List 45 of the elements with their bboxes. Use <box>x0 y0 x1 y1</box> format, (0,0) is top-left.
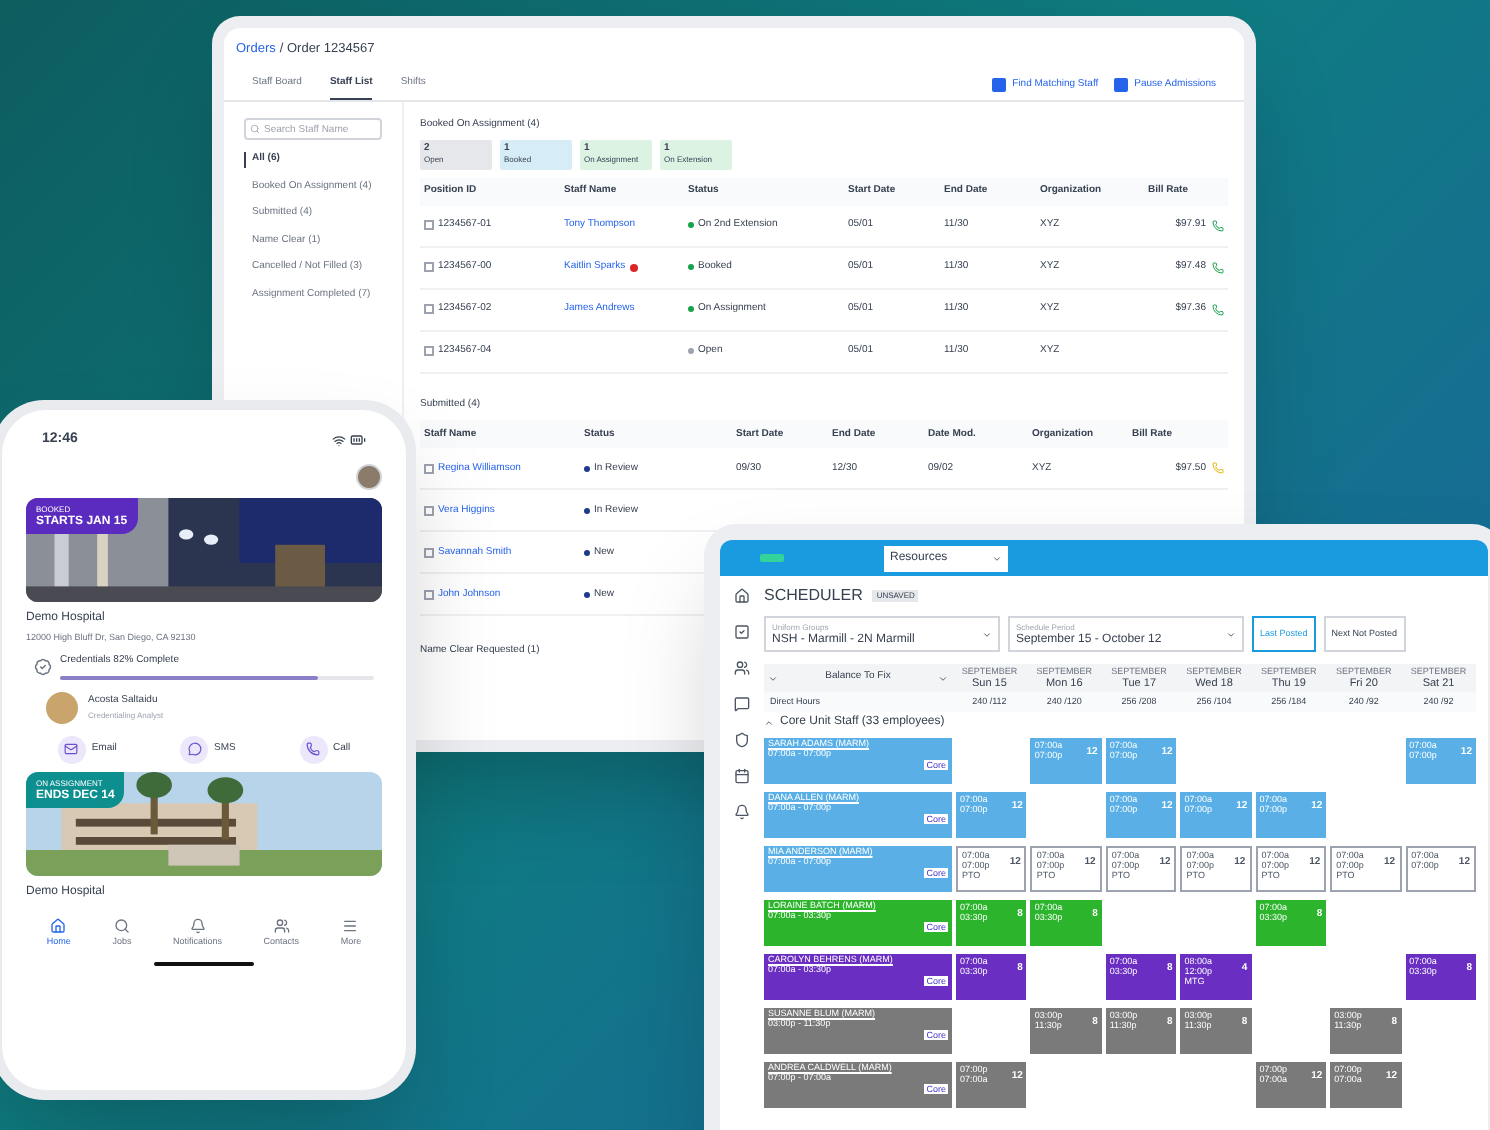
tab-icon <box>342 917 359 934</box>
checkbox[interactable] <box>424 505 434 516</box>
phone-icon[interactable] <box>1212 303 1224 316</box>
checkbox[interactable] <box>424 346 434 357</box>
battery-icon <box>350 432 366 449</box>
collapse-icon[interactable] <box>764 718 774 728</box>
sidebar-icon[interactable] <box>734 696 750 712</box>
sidebar-icon[interactable] <box>734 624 750 640</box>
avatar[interactable] <box>356 463 382 489</box>
chevron-icon <box>982 629 992 639</box>
sidebar-icon[interactable] <box>734 588 750 604</box>
sidebar-icon[interactable] <box>734 660 750 676</box>
action-icon <box>57 735 86 764</box>
tab-icon <box>189 917 206 934</box>
home-indicator <box>154 961 254 965</box>
sidebar-icon[interactable] <box>734 804 750 820</box>
phone-icon[interactable] <box>1212 462 1224 475</box>
checkbox[interactable] <box>424 463 434 474</box>
chevron-icon <box>937 673 948 683</box>
tab-icon <box>273 917 290 934</box>
sidebar-icon[interactable] <box>734 768 750 784</box>
contact-avatar <box>46 691 78 724</box>
phone-icon[interactable] <box>1212 261 1224 274</box>
checkbox[interactable] <box>424 304 434 315</box>
action-icon <box>992 78 1007 92</box>
wifi-icon <box>332 433 346 448</box>
action-icon <box>180 735 209 764</box>
chevron-icon <box>768 673 778 683</box>
logo-badge <box>760 554 784 562</box>
search-icon <box>250 124 260 135</box>
credential-icon <box>34 658 52 676</box>
checkbox[interactable] <box>424 547 434 558</box>
alert-icon <box>629 263 638 272</box>
action-icon <box>1114 78 1129 92</box>
checkbox[interactable] <box>424 220 434 231</box>
tab-icon <box>50 917 67 934</box>
checkbox[interactable] <box>424 589 434 600</box>
chevron-icon <box>992 553 1002 563</box>
page-title: SCHEDULER <box>764 584 863 608</box>
phone-icon[interactable] <box>1212 219 1224 232</box>
checkbox[interactable] <box>424 262 434 273</box>
action-icon <box>299 735 328 764</box>
chevron-icon <box>1226 629 1236 639</box>
tab-icon <box>113 917 130 934</box>
sidebar-icon[interactable] <box>734 732 750 748</box>
